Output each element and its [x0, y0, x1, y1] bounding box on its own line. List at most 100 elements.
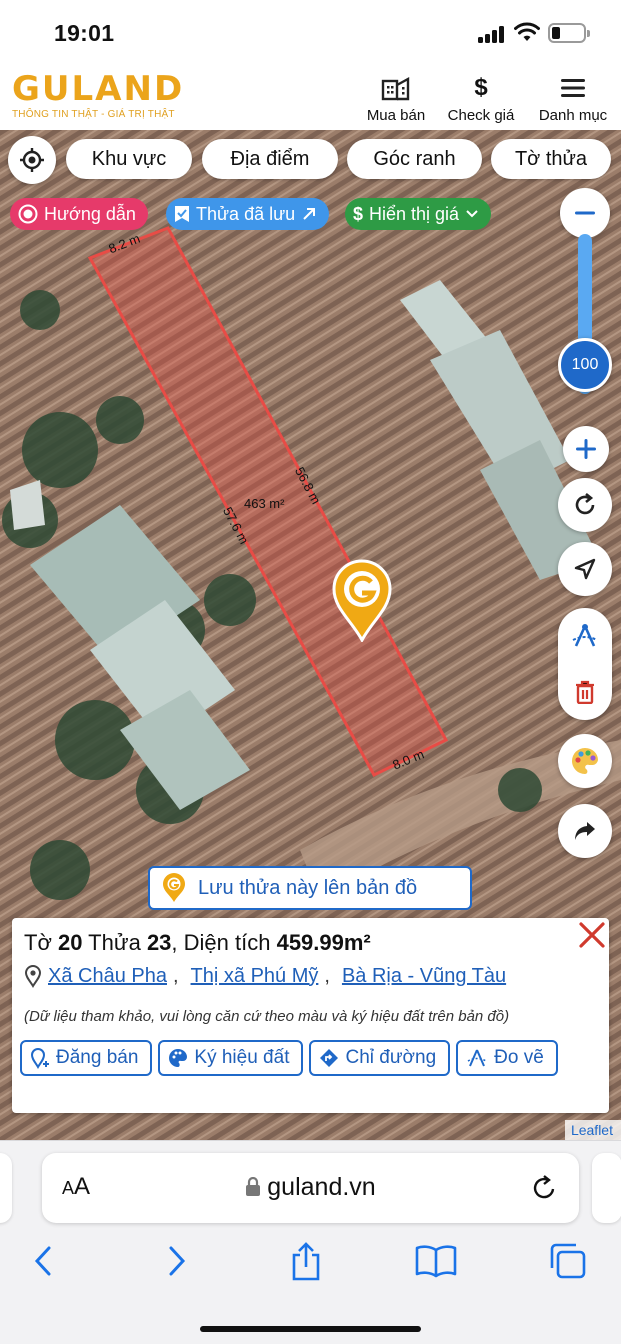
status-bar: 19:01: [0, 0, 621, 66]
khu-vuc-filter[interactable]: Khu vực: [66, 139, 192, 179]
tabs-icon: [550, 1243, 586, 1279]
share-arrow-icon: [575, 822, 595, 840]
to-prefix: Tờ: [24, 930, 58, 955]
lock-icon: [246, 1177, 261, 1196]
goc-ranh-filter[interactable]: Góc ranh: [347, 139, 482, 179]
app-header: GULAND THÔNG TIN THẬT - GIÁ TRỊ THẬT Mua…: [0, 66, 621, 130]
navigation-arrow-icon: [574, 558, 596, 580]
hien-thi-gia-chip[interactable]: $ Hiển thị giá: [345, 198, 492, 230]
delete-drawing-button[interactable]: [558, 664, 612, 720]
address-province-link[interactable]: Bà Rịa - Vũng Tàu: [342, 965, 506, 988]
thua-da-luu-chip[interactable]: Thửa đã lưu: [166, 198, 330, 230]
address-separator: ,: [172, 964, 179, 987]
dang-ban-button[interactable]: Đăng bán: [20, 1040, 153, 1076]
check-gia-label: Check giá: [447, 107, 515, 124]
address-bar[interactable]: AA guland.vn: [42, 1153, 579, 1223]
next-tab-preview[interactable]: [592, 1153, 621, 1223]
mua-ban-label: Mua bán: [366, 107, 426, 124]
zoom-out-button[interactable]: [560, 188, 610, 238]
location-marker-icon[interactable]: [331, 558, 393, 642]
satellite-map[interactable]: 8.2 m 56.8 m 57.6 m 8.0 m 463 m² Khu vực…: [0, 130, 621, 1140]
disclaimer-note: (Dữ liệu tham khảo, vui lòng căn cứ theo…: [24, 1008, 510, 1025]
share-icon: [292, 1242, 320, 1281]
do-ve-button[interactable]: Đo vẽ: [456, 1040, 558, 1076]
parcel-info-card: Tờ 20 Thửa 23, Diện tích 459.99m² Xã Châ…: [12, 918, 609, 1113]
refresh-icon: [575, 492, 595, 515]
chevron-left-icon: [34, 1246, 51, 1276]
navigate-button[interactable]: [558, 542, 612, 596]
back-button[interactable]: [18, 1241, 68, 1281]
url-display[interactable]: guland.vn: [42, 1173, 579, 1202]
mua-ban-button[interactable]: Mua bán: [364, 74, 428, 124]
chi-duong-label: Chỉ đường: [345, 1047, 437, 1068]
dia-diem-filter[interactable]: Địa điểm: [202, 139, 338, 179]
external-arrow-icon: [303, 208, 316, 220]
card-actions: Đăng bán Ký hiệu đất Chỉ đường Đo vẽ: [20, 1040, 558, 1076]
hien-thi-gia-label: Hiển thị giá: [369, 203, 460, 224]
bookmark-check-icon: [175, 206, 189, 222]
check-gia-button[interactable]: $ Check giá: [444, 74, 518, 124]
leaflet-attribution[interactable]: Leaflet: [564, 1120, 621, 1140]
thua-prefix: Thửa: [82, 930, 147, 955]
address-separator: ,: [324, 964, 330, 987]
map-style-button[interactable]: [558, 734, 612, 788]
ky-hieu-dat-button[interactable]: Ký hiệu đất: [158, 1040, 304, 1076]
compass-ruler-icon: [467, 1049, 487, 1067]
reload-icon[interactable]: [531, 1173, 559, 1203]
plus-icon: [576, 439, 596, 459]
battery-icon: [548, 23, 590, 43]
do-ve-label: Đo vẽ: [494, 1047, 544, 1068]
browser-toolbar: AA guland.vn: [0, 1140, 621, 1344]
tabs-button[interactable]: [543, 1241, 593, 1281]
target-icon: [18, 204, 38, 224]
zoom-in-button[interactable]: [563, 426, 609, 472]
my-location-button[interactable]: [8, 136, 56, 184]
crosshair-icon: [20, 148, 44, 172]
previous-tab-preview[interactable]: [0, 1153, 12, 1223]
forward-button[interactable]: [152, 1241, 202, 1281]
guland-logo[interactable]: GULAND THÔNG TIN THẬT - GIÁ TRỊ THẬT: [12, 72, 182, 120]
logo-wordmark: GULAND: [12, 69, 185, 109]
save-parcel-label: Lưu thửa này lên bản đồ: [198, 876, 418, 899]
palette-icon: [169, 1049, 188, 1067]
logo-tagline: THÔNG TIN THẬT - GIÁ TRỊ THẬT: [12, 109, 175, 120]
chi-duong-button[interactable]: Chỉ đường: [309, 1040, 451, 1076]
danh-muc-button[interactable]: Danh mục: [535, 74, 611, 124]
zoom-slider-handle[interactable]: 100: [558, 338, 612, 392]
ky-hieu-dat-label: Ký hiệu đất: [194, 1047, 290, 1068]
chevron-down-icon: [466, 210, 478, 218]
wifi-icon: [514, 22, 540, 41]
menu-icon: [535, 74, 611, 102]
cellular-signal-icon: [478, 26, 506, 43]
parcel-title: Tờ 20 Thửa 23, Diện tích 459.99m²: [24, 930, 371, 956]
pin-plus-icon: [30, 1048, 49, 1069]
huong-dan-chip[interactable]: Hướng dẫn: [10, 198, 148, 230]
url-text: guland.vn: [267, 1173, 376, 1201]
save-parcel-button[interactable]: Lưu thửa này lên bản đồ: [148, 866, 472, 910]
guland-pin-icon: [163, 873, 185, 902]
compass-ruler-icon: [572, 624, 598, 647]
address-commune-link[interactable]: Xã Châu Pha: [48, 965, 167, 988]
share-page-button[interactable]: [281, 1241, 331, 1281]
address-district-link[interactable]: Thị xã Phú Mỹ: [191, 965, 319, 988]
building-icon: [364, 74, 428, 102]
dollar-sign-icon: $: [353, 203, 364, 224]
draw-tools-group: [558, 608, 612, 720]
book-icon: [415, 1245, 457, 1278]
close-icon: [579, 922, 605, 948]
refresh-button[interactable]: [558, 478, 612, 532]
thua-da-luu-label: Thửa đã lưu: [196, 203, 296, 224]
parcel-address: Xã Châu Pha, Thị xã Phú Mỹ, Bà Rịa - Vũng …: [24, 964, 506, 988]
home-indicator: [200, 1326, 421, 1332]
measure-tool-button[interactable]: [558, 608, 612, 664]
bookmarks-button[interactable]: [411, 1241, 461, 1281]
to-value: 20: [57, 930, 83, 955]
danh-muc-label: Danh mục: [538, 107, 608, 124]
to-thua-filter[interactable]: Tờ thửa: [491, 139, 611, 179]
chevron-right-icon: [169, 1246, 186, 1276]
dollar-icon: $: [474, 74, 488, 101]
status-time: 19:01: [54, 20, 115, 46]
thua-value: 23: [146, 930, 172, 955]
close-card-button[interactable]: [577, 920, 607, 950]
share-button[interactable]: [558, 804, 612, 858]
